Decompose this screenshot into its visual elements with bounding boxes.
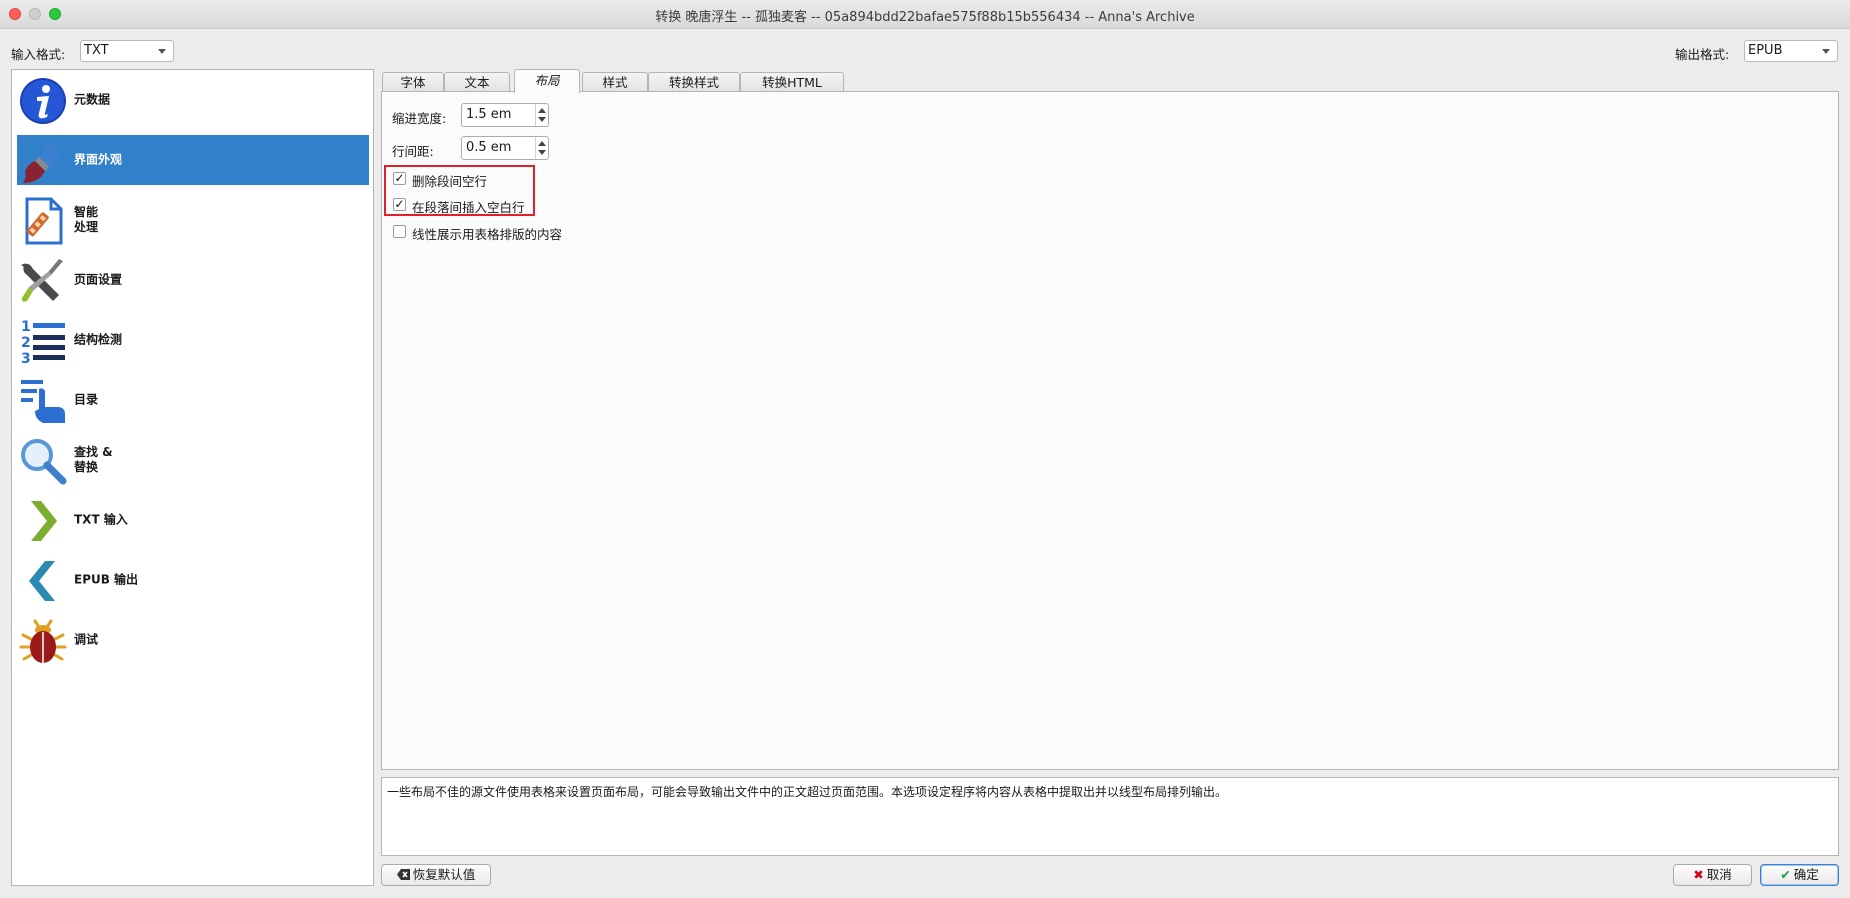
sidebar-item-label: 智能 处理 xyxy=(74,205,99,234)
output-format-label: 输出格式: xyxy=(1675,47,1730,62)
svg-text:2: 2 xyxy=(21,335,31,351)
tab-styling[interactable]: 样式 xyxy=(582,72,648,92)
input-format-label: 输入格式: xyxy=(11,47,66,62)
sidebar-item-table-of-contents[interactable]: 目录 xyxy=(17,375,369,425)
indent-size-spinbox[interactable]: 1.5 em xyxy=(461,103,549,127)
chevron-right-icon xyxy=(31,501,57,541)
sidebar-item-label: 界面外观 xyxy=(74,152,123,167)
sidebar-item-label: 结构检测 xyxy=(74,332,123,347)
sidebar-item-label: 页面设置 xyxy=(74,272,123,287)
sidebar-item-page-setup[interactable]: 页面设置 xyxy=(17,255,369,305)
sidebar-item-debug[interactable]: 调试 xyxy=(17,615,369,665)
wrench-screwdriver-icon xyxy=(21,259,63,302)
stepper-up-icon[interactable] xyxy=(538,108,546,113)
tab-text[interactable]: 文本 xyxy=(444,72,510,92)
sidebar-item-metadata[interactable]: 元数据 xyxy=(17,75,369,125)
checkbox-box[interactable]: ✓ xyxy=(393,172,406,185)
options-sidebar: 元数据 界面外观 智能 处理 页面设置 1 2 3 结构检测 目录 查找 & 替… xyxy=(11,69,374,886)
sidebar-item-label: 调试 xyxy=(74,632,99,647)
cancel-label: 取消 xyxy=(1706,867,1732,882)
magnifier-icon xyxy=(21,439,67,485)
checkmark-icon: ✔ xyxy=(1780,867,1791,882)
stepper-down-icon[interactable] xyxy=(538,117,546,122)
ok-button[interactable]: ✔ 确定 xyxy=(1760,864,1839,886)
cancel-button[interactable]: ✖ 取消 xyxy=(1673,864,1752,886)
sidebar-item-label: TXT 输入 xyxy=(74,512,128,527)
input-format-select[interactable]: TXT xyxy=(80,40,174,62)
title-bar: 转换 晚唐浮生 -- 孤独麦客 -- 05a894bdd22bafae575f8… xyxy=(0,0,1850,29)
help-text: 一些布局不佳的源文件使用表格来设置页面布局，可能会导致输出文件中的正文超过页面范… xyxy=(387,785,1228,799)
close-icon: ✖ xyxy=(1693,867,1704,882)
sidebar-item-search-replace[interactable]: 查找 & 替换 xyxy=(17,435,369,485)
convert-dialog: 转换 晚唐浮生 -- 孤独麦客 -- 05a894bdd22bafae575f8… xyxy=(0,0,1850,898)
sidebar-item-look-and-feel[interactable]: 界面外观 xyxy=(17,135,369,185)
toc-hand-icon xyxy=(21,380,65,423)
paintbrush-icon xyxy=(23,141,63,183)
output-format-value: EPUB xyxy=(1748,43,1783,58)
line-spacing-label: 行间距: xyxy=(392,144,434,159)
help-text-box: 一些布局不佳的源文件使用表格来设置页面布局，可能会导致输出文件中的正文超过页面范… xyxy=(381,777,1839,856)
tab-layout[interactable]: 布局 xyxy=(514,69,580,93)
document-wand-icon xyxy=(25,197,63,245)
bug-icon xyxy=(19,619,67,663)
numbered-list-icon: 1 2 3 xyxy=(21,319,65,365)
restore-defaults-button[interactable]: 恢复默认值 xyxy=(381,864,491,886)
checkbox-label: 删除段间空行 xyxy=(412,174,488,189)
svg-text:3: 3 xyxy=(21,351,31,365)
checkbox-label: 线性展示用表格排版的内容 xyxy=(412,227,563,242)
restore-defaults-label: 恢复默认值 xyxy=(412,867,476,882)
input-format-value: TXT xyxy=(84,43,109,58)
sidebar-item-epub-output[interactable]: EPUB 输出 xyxy=(17,555,369,605)
sidebar-item-structure-detection[interactable]: 1 2 3 结构检测 xyxy=(17,315,369,365)
ok-label: 确定 xyxy=(1793,867,1819,882)
sidebar-item-label: EPUB 输出 xyxy=(74,572,139,587)
stepper-up-icon[interactable] xyxy=(538,141,546,146)
window-title: 转换 晚唐浮生 -- 孤独麦客 -- 05a894bdd22bafae575f8… xyxy=(655,10,1195,25)
sidebar-item-label: 目录 xyxy=(74,392,99,407)
layout-options-panel xyxy=(381,91,1839,770)
indent-size-value: 1.5 em xyxy=(466,107,512,122)
line-spacing-spinbox[interactable]: 0.5 em xyxy=(461,136,549,160)
svg-text:1: 1 xyxy=(21,319,31,335)
stepper-arrows[interactable] xyxy=(535,137,548,159)
sidebar-item-heuristics[interactable]: 智能 处理 xyxy=(17,195,369,245)
chevron-left-icon xyxy=(29,561,55,601)
stepper-down-icon[interactable] xyxy=(538,150,546,155)
indent-size-label: 缩进宽度: xyxy=(392,111,447,126)
checkbox-label: 在段落间插入空白行 xyxy=(412,200,525,215)
checkbox-box[interactable] xyxy=(393,225,406,238)
output-format-select[interactable]: EPUB xyxy=(1744,40,1838,62)
sidebar-item-label: 查找 & 替换 xyxy=(74,445,113,474)
restore-icon xyxy=(396,865,410,885)
sidebar-item-txt-input[interactable]: TXT 输入 xyxy=(17,495,369,545)
checkbox-box[interactable]: ✓ xyxy=(393,198,406,211)
sidebar-item-label: 元数据 xyxy=(74,92,111,107)
stepper-arrows[interactable] xyxy=(535,104,548,126)
tab-font[interactable]: 字体 xyxy=(382,72,444,92)
tab-transform-html[interactable]: 转换HTML xyxy=(740,72,844,92)
chevron-down-icon xyxy=(158,49,166,54)
tab-transform-styles[interactable]: 转换样式 xyxy=(648,72,740,92)
info-icon xyxy=(20,78,66,124)
chevron-down-icon xyxy=(1822,49,1830,54)
line-spacing-value: 0.5 em xyxy=(466,140,512,155)
